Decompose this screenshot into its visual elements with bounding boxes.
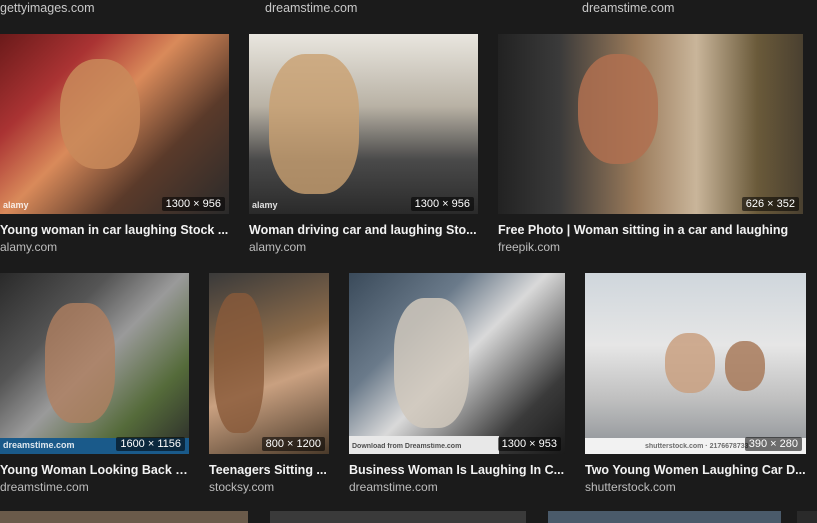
top-source-1[interactable]: gettyimages.com — [0, 1, 94, 15]
watermark: shutterstock.com · 2176678733 — [645, 443, 749, 450]
image-dimensions: 1300 × 953 — [497, 437, 561, 451]
result-thumbnail[interactable]: alamy 1300 × 956 — [0, 34, 229, 214]
image-result-card[interactable]: alamy 1300 × 956 Young woman in car laug… — [0, 34, 229, 259]
image-dimensions: 800 × 1200 — [261, 437, 325, 451]
partial-thumbnail[interactable] — [797, 511, 817, 523]
result-site[interactable]: alamy.com — [0, 240, 57, 254]
result-site[interactable]: shutterstock.com — [585, 480, 676, 494]
result-site[interactable]: alamy.com — [249, 240, 306, 254]
photo-subject — [665, 333, 715, 393]
result-thumbnail[interactable]: shutterstock.com · 2176678733 390 × 280 — [585, 273, 806, 454]
image-result-card[interactable]: 800 × 1200 Teenagers Sitting ... stocksy… — [209, 273, 329, 498]
top-source-2[interactable]: dreamstime.com — [265, 1, 357, 15]
result-site[interactable]: stocksy.com — [209, 480, 274, 494]
photo-subject — [725, 341, 765, 391]
watermark: alamy — [252, 200, 278, 210]
result-title[interactable]: Woman driving car and laughing Sto... — [249, 223, 478, 237]
partial-thumbnail[interactable] — [270, 511, 526, 523]
image-result-card[interactable]: dreamstime.com 1600 × 1156 Young Woman L… — [0, 273, 189, 498]
image-dimensions: 1600 × 1156 — [116, 437, 185, 451]
result-site[interactable]: freepik.com — [498, 240, 560, 254]
photo-subject — [269, 54, 359, 194]
result-title[interactable]: Two Young Women Laughing Car D... — [585, 463, 806, 477]
image-result-card[interactable]: 626 × 352 Free Photo | Woman sitting in … — [498, 34, 803, 259]
partial-thumbnail[interactable] — [0, 511, 248, 523]
photo-subject — [214, 293, 264, 433]
photo-subject — [60, 59, 140, 169]
photo-subject — [578, 54, 658, 164]
result-title[interactable]: Teenagers Sitting ... — [209, 463, 329, 477]
image-dimensions: 1300 × 956 — [410, 197, 474, 211]
image-result-card[interactable]: shutterstock.com · 2176678733 390 × 280 … — [585, 273, 806, 498]
result-thumbnail[interactable]: 800 × 1200 — [209, 273, 329, 454]
watermark: alamy — [3, 200, 29, 210]
partial-thumbnail[interactable] — [548, 511, 781, 523]
top-source-3[interactable]: dreamstime.com — [582, 1, 674, 15]
result-title[interactable]: Young Woman Looking Back I... — [0, 463, 189, 477]
image-dimensions: 626 × 352 — [741, 197, 799, 211]
watermark: Download from Dreamstime.com — [352, 443, 462, 450]
result-title[interactable]: Free Photo | Woman sitting in a car and … — [498, 223, 803, 237]
image-result-card[interactable]: alamy 1300 × 956 Woman driving car and l… — [249, 34, 478, 259]
photo-subject — [394, 298, 469, 428]
image-dimensions: 1300 × 956 — [161, 197, 225, 211]
photo-subject — [45, 303, 115, 423]
result-title[interactable]: Young woman in car laughing Stock ... — [0, 223, 229, 237]
result-title[interactable]: Business Woman Is Laughing In C... — [349, 463, 565, 477]
result-thumbnail[interactable]: Download from Dreamstime.com 1300 × 953 — [349, 273, 565, 454]
result-thumbnail[interactable]: dreamstime.com 1600 × 1156 — [0, 273, 189, 454]
image-dimensions: 390 × 280 — [744, 437, 802, 451]
watermark: dreamstime.com — [3, 440, 75, 450]
image-result-card[interactable]: Download from Dreamstime.com 1300 × 953 … — [349, 273, 565, 498]
result-site[interactable]: dreamstime.com — [349, 480, 438, 494]
result-thumbnail[interactable]: 626 × 352 — [498, 34, 803, 214]
result-site[interactable]: dreamstime.com — [0, 480, 89, 494]
result-thumbnail[interactable]: alamy 1300 × 956 — [249, 34, 478, 214]
